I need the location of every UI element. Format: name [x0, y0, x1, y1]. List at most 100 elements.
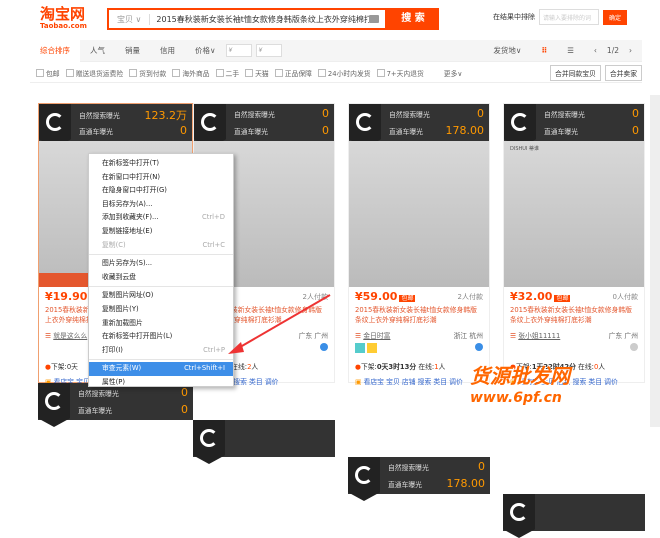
- menu-item-label: 收藏到云盘: [102, 272, 136, 281]
- card-header: 自然搜索曝光 0 直通车曝光 0: [504, 104, 644, 148]
- filter-tmall[interactable]: 天猫: [245, 68, 269, 78]
- menu-item[interactable]: 复制图片(Y): [89, 303, 233, 317]
- refresh-arrow-icon: [503, 494, 535, 538]
- ship-from-dropdown[interactable]: 发货地∨: [483, 45, 531, 56]
- exclude-ok-button[interactable]: 确定: [603, 9, 628, 25]
- paid-count: 2人付款: [457, 293, 483, 301]
- menu-item-label: 在隐身窗口中打开(G): [102, 186, 167, 195]
- exclude-box: 在结果中排除 请输入要排除的词 确定: [493, 9, 628, 25]
- page-indicator: 1/2: [606, 46, 619, 55]
- ztc-label: 直通车曝光: [544, 127, 578, 136]
- search-box[interactable]: 宝贝 ∨ 2015春秋装新女装长袖t恤女款修身韩版条纹上衣外穿纯棉打底衫潮: [107, 8, 387, 30]
- next-page-icon[interactable]: ›: [619, 46, 642, 55]
- wangwang-icon[interactable]: [475, 343, 483, 351]
- natural-label: 自然搜索曝光: [389, 110, 430, 119]
- ztc-value: 0: [322, 124, 329, 137]
- filter-return-insurance[interactable]: 赠送退货运费险: [65, 68, 123, 78]
- search-input[interactable]: 2015春秋装新女装长袖t恤女款修身韩版条纹上衣外穿纯棉打底衫潮: [150, 14, 369, 25]
- menu-item-label: 复制(C): [102, 240, 126, 249]
- filter-cod[interactable]: 货到付款: [129, 68, 166, 78]
- menu-item-shortcut: Ctrl+P: [203, 345, 225, 354]
- menu-item[interactable]: 复制图片网址(O): [89, 289, 233, 303]
- menu-item[interactable]: 在新标签中打开(T): [89, 157, 233, 171]
- filter-free-shipping[interactable]: 包邮: [36, 68, 60, 78]
- filter-overseas[interactable]: 海外商品: [172, 68, 210, 78]
- taobao-logo[interactable]: 淘宝网 Taobao.com: [40, 6, 87, 30]
- menu-item[interactable]: 添加到收藏夹(F)... Ctrl+D: [89, 211, 233, 225]
- more-filters[interactable]: 更多∨: [444, 68, 463, 78]
- price: ¥59.00: [355, 290, 398, 303]
- natural-label: 自然搜索曝光: [79, 112, 120, 120]
- sort-tab-credit[interactable]: 信用: [150, 45, 185, 56]
- sort-bar: 综合排序 人气 销量 信用 价格∨ ¥ ¥ 发货地∨ ⠿ ☰ ‹ 1/2 ›: [30, 39, 642, 62]
- menu-item[interactable]: 在新标签中打开图片(L): [89, 330, 233, 344]
- menu-item[interactable]: 在隐身窗口中打开(G): [89, 184, 233, 198]
- menu-item-label: 审查元素(W): [102, 364, 142, 373]
- menu-item-label: 重新加载图片: [102, 318, 143, 327]
- scrollbar[interactable]: [650, 95, 660, 427]
- filter-secondhand[interactable]: 二手: [215, 68, 239, 78]
- wangwang-icon[interactable]: [630, 343, 638, 351]
- filter-7day-return[interactable]: 7+天内退货: [376, 68, 424, 78]
- camera-icon[interactable]: [369, 15, 379, 23]
- menu-item[interactable]: 目标另存为(A)...: [89, 198, 233, 212]
- product-card[interactable]: 自然搜索曝光 0 直通车曝光 0 DISHUI 蒂谁 ¥32.00 包邮 0人付款 2…: [503, 103, 645, 386]
- menu-item[interactable]: 收藏到云盘: [89, 271, 233, 285]
- shop-name[interactable]: 张小姐11111: [518, 332, 560, 340]
- natural-value: 0: [477, 107, 484, 120]
- logo-en: Taobao.com: [40, 22, 87, 30]
- product-image[interactable]: DISHUI 蒂谁: [504, 141, 644, 287]
- product-card[interactable]: 自然搜索曝光 0 直通车曝光 178.00 ¥59.00 包邮 2人付款 2015春秋…: [348, 103, 490, 386]
- menu-item-label: 打印(I): [102, 345, 123, 354]
- shop-name[interactable]: 就是这么么: [53, 332, 87, 340]
- filter-genuine[interactable]: 正品保障: [274, 68, 312, 78]
- merge-same-button[interactable]: 合并同款宝贝: [550, 64, 601, 81]
- menu-item[interactable]: 复制(C) Ctrl+C: [89, 239, 233, 253]
- ztc-label: 直通车曝光: [79, 127, 113, 136]
- sort-tab-popularity[interactable]: 人气: [80, 45, 115, 56]
- tag-icon: [367, 343, 377, 353]
- sort-tab-default[interactable]: 综合排序: [30, 39, 80, 62]
- card-header: 自然搜索曝光 0 直通车曝光 178.00: [348, 457, 490, 501]
- menu-item[interactable]: 属性(P): [89, 376, 233, 390]
- menu-item[interactable]: 图片另存为(S)...: [89, 257, 233, 271]
- refresh-arrow-icon: [38, 383, 70, 427]
- menu-item-label: 图片另存为(S)...: [102, 259, 153, 268]
- prev-page-icon[interactable]: ‹: [584, 46, 607, 55]
- merge-seller-button[interactable]: 合并卖家: [604, 64, 642, 81]
- paid-count: 0人付款: [612, 293, 638, 301]
- product-title[interactable]: 2015春秋装新女装长袖t恤女款修身韩版条纹上衣外穿纯棉打底衫潮: [510, 305, 638, 325]
- product-title[interactable]: 2015春秋装新女装长袖t恤女款修身韩版条纹上衣外穿纯棉打底衫潮: [355, 305, 483, 325]
- sort-tab-sales[interactable]: 销量: [115, 45, 150, 56]
- shop-name[interactable]: 金日时富: [363, 332, 390, 340]
- exclude-input[interactable]: 请输入要排除的词: [539, 9, 599, 25]
- filter-24h[interactable]: 24小时内发货: [317, 68, 371, 78]
- natural-value: 0: [632, 107, 639, 120]
- menu-item-label: 属性(P): [102, 377, 125, 386]
- menu-item[interactable]: 重新加载图片: [89, 317, 233, 331]
- natural-label: 自然搜索曝光: [544, 110, 585, 119]
- free-shipping-badge: 包邮: [554, 295, 571, 302]
- card-header: [503, 494, 645, 538]
- card-header: 自然搜索曝光 0 直通车曝光 0: [194, 104, 334, 148]
- sort-tab-price[interactable]: 价格∨: [185, 45, 226, 56]
- menu-item[interactable]: 复制链接地址(E): [89, 225, 233, 239]
- ztc-label: 直通车曝光: [389, 127, 423, 136]
- search-button[interactable]: 搜 索: [387, 8, 439, 30]
- menu-item[interactable]: 在新窗口中打开(N): [89, 171, 233, 185]
- price-min-input[interactable]: ¥: [225, 44, 252, 57]
- menu-item-label: 复制图片网址(O): [102, 291, 154, 300]
- logo-cn: 淘宝网: [40, 5, 86, 23]
- grid-view-icon[interactable]: ⠿: [531, 46, 557, 55]
- menu-item[interactable]: 打印(I) Ctrl+P: [89, 344, 233, 358]
- free-shipping-badge: 包邮: [399, 295, 416, 302]
- menu-item-label: 复制链接地址(E): [102, 226, 153, 235]
- product-image[interactable]: [349, 141, 489, 287]
- ztc-value: 178.00: [445, 124, 485, 137]
- menu-item[interactable]: 审查元素(W) Ctrl+Shift+I: [89, 362, 233, 376]
- menu-item-label: 在新窗口中打开(N): [102, 172, 160, 181]
- search-category-select[interactable]: 宝贝 ∨: [109, 13, 151, 25]
- list-view-icon[interactable]: ☰: [557, 46, 584, 55]
- price: ¥19.90: [45, 290, 88, 303]
- price-max-input[interactable]: ¥: [255, 44, 282, 57]
